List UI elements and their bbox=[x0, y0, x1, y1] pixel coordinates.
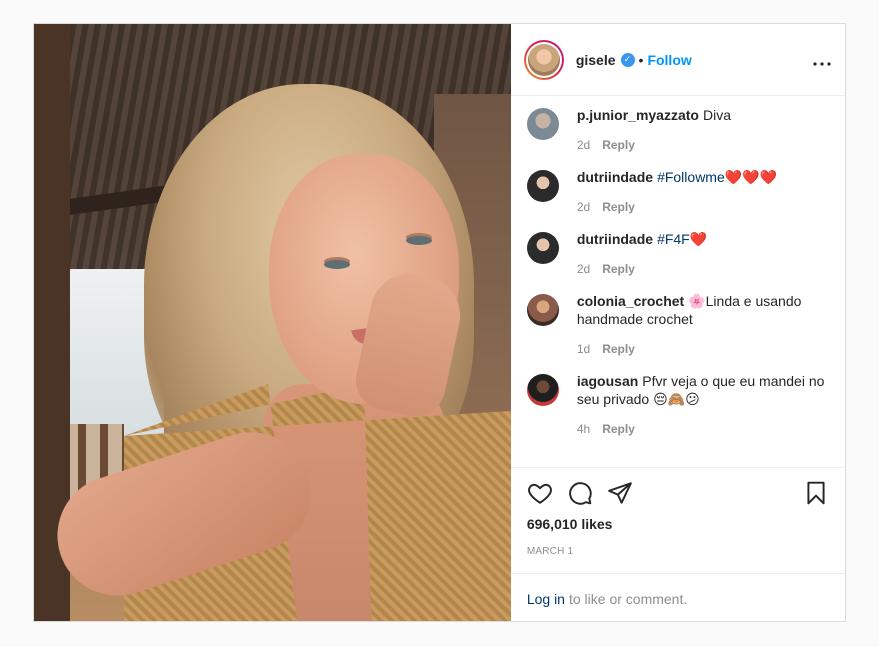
likes-count[interactable]: 696,010 likes bbox=[527, 516, 829, 532]
comment-item: dutriindade #F4F❤️ 2d Reply bbox=[526, 230, 829, 278]
comment-hashtag[interactable]: #F4F bbox=[657, 231, 690, 247]
login-link[interactable]: Log in bbox=[527, 591, 565, 607]
comment-item: iagousan Pfvr veja o que eu mandei no seu… bbox=[526, 372, 829, 438]
bookmark-icon[interactable] bbox=[803, 480, 829, 506]
comment-item: colonia_crochet 🌸Linda e usando handmade … bbox=[526, 292, 829, 358]
comment-icon[interactable] bbox=[567, 480, 593, 506]
photo-eye-left bbox=[324, 260, 350, 269]
avatar-image bbox=[527, 43, 560, 76]
comment-username[interactable]: dutriindade bbox=[577, 169, 653, 185]
reply-button[interactable]: Reply bbox=[602, 340, 635, 358]
comment-avatar[interactable] bbox=[526, 374, 559, 406]
post-actions: 696,010 likes MARCH 1 bbox=[510, 467, 845, 573]
login-text: to like or comment. bbox=[568, 590, 688, 607]
comment-avatar[interactable] bbox=[526, 232, 559, 264]
share-icon[interactable] bbox=[607, 480, 633, 506]
comment-username[interactable]: colonia_crochet bbox=[577, 293, 684, 309]
comment-text: Diva bbox=[702, 107, 731, 123]
verified-badge-icon: ✓ bbox=[620, 52, 635, 67]
login-prompt: Log in to like or comment. bbox=[510, 573, 845, 621]
comment-avatar[interactable] bbox=[526, 294, 559, 326]
comment-username[interactable]: dutriindade bbox=[577, 231, 653, 247]
post-header: gisele ✓ • Follow bbox=[510, 24, 845, 96]
post-sidebar: gisele ✓ • Follow p.junior_myazzato Diva … bbox=[510, 24, 845, 621]
comment-time: 1d bbox=[576, 342, 591, 356]
comment-item: p.junior_myazzato Diva 2d Reply bbox=[526, 106, 829, 154]
comments-list[interactable]: p.junior_myazzato Diva 2d Reply dutriindad… bbox=[511, 96, 845, 467]
reply-button[interactable]: Reply bbox=[602, 136, 635, 154]
reply-button[interactable]: Reply bbox=[602, 260, 635, 278]
comment-item: dutriindade #Followme❤️❤️❤️ 2d Reply bbox=[526, 168, 829, 216]
follow-button[interactable]: Follow bbox=[647, 52, 691, 68]
action-icons bbox=[527, 478, 829, 508]
profile-username[interactable]: gisele bbox=[576, 52, 616, 68]
comment-username[interactable]: p.junior_myazzato bbox=[577, 107, 699, 123]
comment-avatar[interactable] bbox=[526, 170, 559, 202]
comment-avatar[interactable] bbox=[526, 108, 559, 140]
comment-time: 2d bbox=[576, 138, 591, 152]
instagram-post: gisele ✓ • Follow p.junior_myazzato Diva … bbox=[33, 23, 846, 622]
comment-time: 4h bbox=[576, 422, 591, 436]
profile-avatar[interactable] bbox=[523, 39, 564, 80]
reply-button[interactable]: Reply bbox=[602, 198, 635, 216]
comment-hashtag[interactable]: #Followme bbox=[657, 169, 725, 185]
reply-button[interactable]: Reply bbox=[602, 420, 635, 438]
post-date[interactable]: MARCH 1 bbox=[527, 546, 829, 557]
comment-time: 2d bbox=[576, 200, 591, 214]
photo-eye-right bbox=[406, 236, 432, 245]
comment-time: 2d bbox=[576, 262, 591, 276]
comment-emoji: ❤️ bbox=[689, 231, 708, 247]
more-options-icon[interactable] bbox=[813, 51, 831, 69]
heart-icon[interactable] bbox=[527, 480, 553, 506]
comment-emoji: ❤️❤️❤️ bbox=[724, 169, 778, 185]
header-separator: • bbox=[638, 51, 644, 68]
comment-username[interactable]: iagousan bbox=[577, 373, 638, 389]
post-photo[interactable] bbox=[34, 24, 511, 621]
